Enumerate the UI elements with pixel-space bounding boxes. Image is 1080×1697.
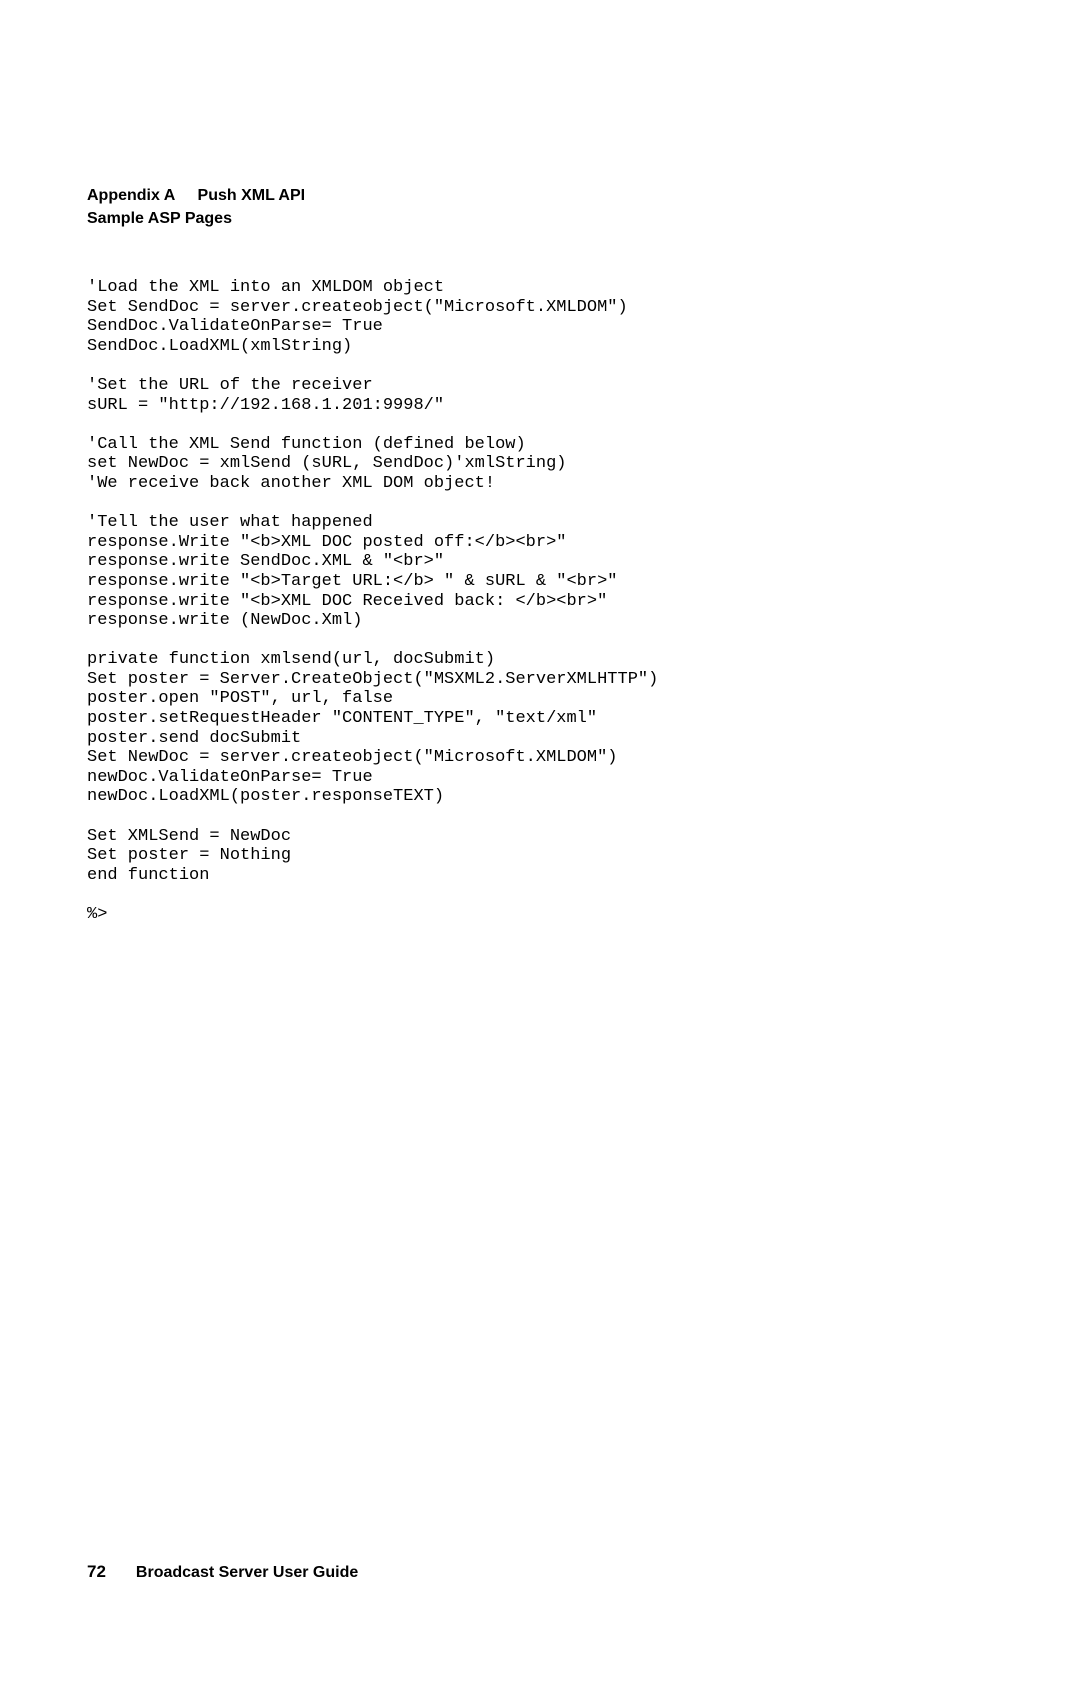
header-line-2: Sample ASP Pages: [87, 209, 305, 230]
page-number: 72: [87, 1562, 106, 1582]
page-footer: 72 Broadcast Server User Guide: [87, 1562, 358, 1582]
header-line-1: Appendix A Push XML API: [87, 186, 305, 207]
code-block: 'Load the XML into an XMLDOM object Set …: [87, 278, 658, 925]
appendix-label: Appendix A: [87, 187, 175, 204]
footer-title: Broadcast Server User Guide: [136, 1564, 358, 1582]
page-header: Appendix A Push XML API Sample ASP Pages: [87, 186, 305, 230]
appendix-title: Push XML API: [198, 187, 306, 204]
